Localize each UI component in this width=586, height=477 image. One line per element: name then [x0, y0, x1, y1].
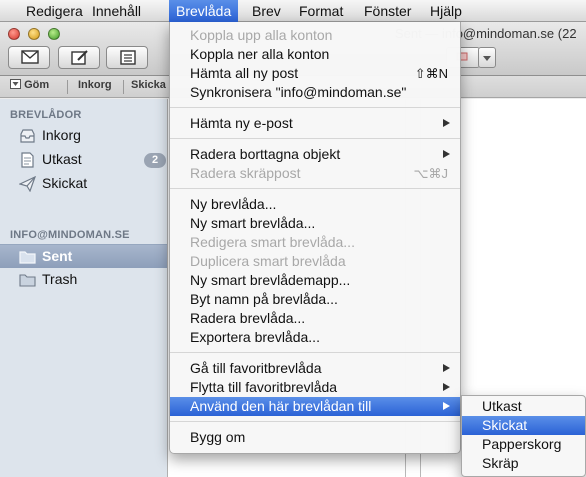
- folder-icon: [19, 251, 36, 264]
- menu-item-get-new-mail[interactable]: Hämta ny e-post: [170, 114, 460, 133]
- submenu-arrow-icon: [443, 383, 450, 391]
- sidebar-item-account-sent[interactable]: Sent: [0, 244, 167, 268]
- submenu-arrow-icon: [443, 364, 450, 372]
- paper-plane-icon: [19, 176, 36, 192]
- menu-brevlada[interactable]: Brevlåda: [169, 0, 239, 22]
- sidebar-item-sent[interactable]: Skickat: [0, 172, 167, 196]
- menu-hjalp[interactable]: Hjälp: [423, 0, 469, 22]
- submenu-item-sent[interactable]: Skickat: [462, 416, 585, 435]
- menu-item-go-to-favorite[interactable]: Gå till favoritbrevlåda: [170, 359, 460, 378]
- menu-item-rebuild[interactable]: Bygg om: [170, 428, 460, 447]
- menu-item-take-all-offline[interactable]: Koppla ner alla konton: [170, 45, 460, 64]
- menu-item-new-smart-mailbox[interactable]: Ny smart brevlåda...: [170, 214, 460, 233]
- draft-document-icon: [21, 152, 34, 168]
- sidebar-item-drafts[interactable]: Utkast 2: [0, 148, 167, 172]
- menu-bar: Redigera Innehåll Brevlåda Brev Format F…: [0, 0, 586, 22]
- menu-format[interactable]: Format: [292, 0, 350, 22]
- close-window-icon[interactable]: [8, 28, 20, 40]
- envelope-icon: [21, 50, 39, 64]
- sidebar-item-label: Inkorg: [42, 127, 81, 143]
- sidebar-item-account-trash[interactable]: Trash: [0, 268, 167, 292]
- favorites-divider: [123, 80, 124, 94]
- submenu-arrow-icon: [443, 150, 450, 158]
- compose-icon: [71, 50, 88, 65]
- menu-item-edit-smart-mailbox: Redigera smart brevlåda...: [190, 234, 355, 250]
- shortcut-label: ⇧⌘N: [414, 66, 448, 81]
- hide-label: Göm: [24, 79, 50, 91]
- hide-icon: [10, 79, 21, 89]
- account-header: INFO@MINDOMAN.SE: [10, 229, 130, 241]
- menu-separator: [170, 421, 460, 422]
- sidebar-item-label: Trash: [42, 271, 78, 287]
- favorite-inbox[interactable]: Inkorg: [78, 79, 112, 91]
- sidebar-item-label: Sent: [42, 248, 73, 264]
- menu-item-get-all-mail[interactable]: Hämta all ny post ⇧⌘N: [170, 64, 460, 83]
- mailboxes-header: BREVLÅDOR: [10, 109, 82, 121]
- notes-button[interactable]: [106, 46, 148, 69]
- menu-item-export-mailbox[interactable]: Exportera brevlåda...: [170, 328, 460, 347]
- menu-item-rename-mailbox[interactable]: Byt namn på brevlåda...: [170, 290, 460, 309]
- menu-item-new-smart-folder[interactable]: Ny smart brevlådemapp...: [170, 271, 460, 290]
- menu-fonster[interactable]: Fönster: [357, 0, 418, 22]
- submenu-item-trash[interactable]: Papperskorg: [462, 435, 585, 454]
- use-mailbox-submenu: Utkast Skickat Papperskorg Skräp: [461, 395, 586, 477]
- folder-icon: [19, 274, 36, 287]
- menu-item-duplicate-smart-mailbox: Duplicera smart brevlåda: [190, 253, 346, 269]
- menu-item-take-all-online: Koppla upp alla konton: [190, 27, 333, 43]
- menu-separator: [170, 188, 460, 189]
- menu-item-new-mailbox[interactable]: Ny brevlåda...: [170, 195, 460, 214]
- favorites-divider: [67, 80, 68, 94]
- hide-mailboxes-button[interactable]: Göm: [10, 79, 49, 91]
- menu-separator: [170, 107, 460, 108]
- submenu-arrow-icon: [443, 402, 450, 410]
- menu-separator: [170, 138, 460, 139]
- get-mail-button[interactable]: [8, 46, 50, 69]
- menu-item-erase-deleted[interactable]: Radera borttagna objekt: [170, 145, 460, 164]
- note-icon: [120, 50, 136, 65]
- menu-item-erase-junk: Radera skräppost ⌥⌘J: [190, 165, 448, 181]
- unread-count-badge: 2: [144, 153, 166, 168]
- minimize-window-icon[interactable]: [28, 28, 40, 40]
- sidebar-item-label: Skickat: [42, 175, 88, 191]
- mailbox-sidebar: BREVLÅDOR Inkorg Utkast 2 Skickat INFO@M…: [0, 99, 168, 477]
- menu-redigera[interactable]: Redigera: [19, 0, 90, 22]
- compose-button[interactable]: [58, 46, 100, 69]
- menu-brev[interactable]: Brev: [245, 0, 288, 22]
- sidebar-item-inbox[interactable]: Inkorg: [0, 124, 167, 148]
- zoom-window-icon[interactable]: [48, 28, 60, 40]
- inbox-tray-icon: [20, 129, 35, 143]
- menu-item-synchronize[interactable]: Synkronisera "info@mindoman.se": [170, 83, 460, 102]
- favorite-sent[interactable]: Skicka: [131, 79, 166, 91]
- menu-innehall[interactable]: Innehåll: [85, 0, 148, 22]
- shortcut-label: ⌥⌘J: [413, 166, 448, 181]
- chevron-down-icon: [483, 56, 491, 61]
- sidebar-item-label: Utkast: [42, 151, 82, 167]
- submenu-item-junk[interactable]: Skräp: [462, 454, 585, 473]
- menu-item-delete-mailbox[interactable]: Radera brevlåda...: [170, 309, 460, 328]
- submenu-arrow-icon: [443, 119, 450, 127]
- mailbox-menu: Koppla upp alla konton Koppla ner alla k…: [169, 22, 461, 454]
- flag-menu-button[interactable]: [478, 47, 496, 68]
- menu-separator: [170, 352, 460, 353]
- menu-item-use-mailbox-for[interactable]: Använd den här brevlådan till: [170, 397, 460, 416]
- submenu-item-drafts[interactable]: Utkast: [462, 397, 585, 416]
- menu-item-move-to-favorite[interactable]: Flytta till favoritbrevlåda: [170, 378, 460, 397]
